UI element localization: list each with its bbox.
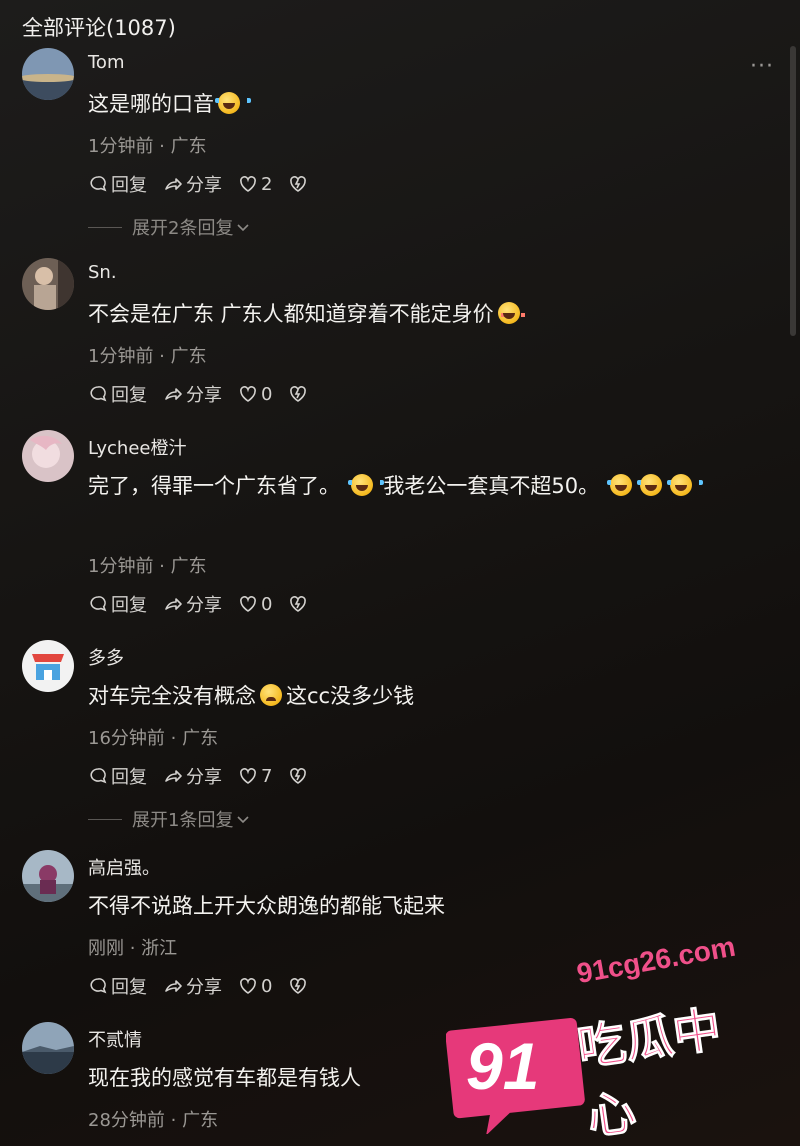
- username[interactable]: 不贰情: [88, 1026, 142, 1052]
- like-button[interactable]: 2: [238, 174, 272, 195]
- username[interactable]: 高启强。: [88, 854, 160, 880]
- like-button[interactable]: 0: [238, 976, 272, 997]
- comment-actions: 回复 分享 0: [88, 591, 327, 617]
- heart-icon: [240, 768, 256, 784]
- laughing-tears-emoji-icon: [347, 474, 384, 496]
- username[interactable]: Sn.: [88, 262, 117, 283]
- like-button[interactable]: 0: [238, 594, 272, 615]
- comments-header: 全部评论(1087): [22, 16, 176, 40]
- watermark-url: 91cg26.com: [574, 930, 738, 990]
- chevron-down-icon: [237, 224, 250, 232]
- comment-text: 不得不说路上开大众朗逸的都能飞起来: [88, 894, 445, 918]
- reply-bubble-icon: [90, 176, 107, 192]
- comment-meta: 16分钟前 · 广东: [88, 728, 219, 749]
- scrollbar[interactable]: [790, 46, 796, 336]
- avatar[interactable]: [22, 48, 74, 100]
- comment-actions: 回复 分享 7: [88, 763, 327, 789]
- comment-actions: 回复 分享 0: [88, 381, 327, 407]
- share-arrow-icon: [165, 980, 182, 992]
- like-button[interactable]: 0: [238, 384, 272, 405]
- avatar[interactable]: [22, 850, 74, 902]
- dislike-button[interactable]: [288, 594, 311, 614]
- dislike-button[interactable]: [288, 174, 311, 194]
- share-arrow-icon: [165, 178, 182, 190]
- heart-icon: [240, 596, 256, 612]
- reply-button[interactable]: 回复: [88, 763, 147, 789]
- comment-meta: 1分钟前 · 广东: [88, 136, 207, 157]
- heart-icon: [240, 978, 256, 994]
- dislike-button[interactable]: [288, 384, 311, 404]
- avatar[interactable]: [22, 258, 74, 310]
- avatar[interactable]: [22, 1022, 74, 1074]
- laughing-tears-emoji-icon: [636, 474, 673, 496]
- username[interactable]: Tom: [88, 52, 124, 73]
- comment-text: 这是哪的口音: [88, 86, 753, 122]
- reply-bubble-icon: [90, 596, 107, 612]
- expand-replies-button[interactable]: 展开2条回复: [88, 214, 251, 240]
- share-button[interactable]: 分享: [163, 763, 222, 789]
- avatar[interactable]: [22, 430, 74, 482]
- share-arrow-icon: [165, 770, 182, 782]
- watermark: 91cg26.com 91 吃瓜中心: [440, 931, 780, 1146]
- share-button[interactable]: 分享: [163, 171, 222, 197]
- heart-icon: [240, 176, 256, 192]
- share-button[interactable]: 分享: [163, 591, 222, 617]
- share-arrow-icon: [165, 598, 182, 610]
- more-dots-icon[interactable]: ···: [750, 56, 774, 78]
- avatar[interactable]: [22, 640, 74, 692]
- reply-bubble-icon: [90, 768, 107, 784]
- comment-meta: 1分钟前 · 广东: [88, 556, 207, 577]
- reply-button[interactable]: 回复: [88, 973, 147, 999]
- dislike-button[interactable]: [288, 976, 311, 996]
- reply-bubble-icon: [90, 978, 107, 994]
- comment-actions: 回复 分享 2: [88, 171, 327, 197]
- dislike-button[interactable]: [288, 766, 311, 786]
- reply-button[interactable]: 回复: [88, 381, 147, 407]
- divider: [88, 818, 122, 820]
- broken-heart-icon: [290, 386, 307, 402]
- reply-bubble-icon: [90, 386, 107, 402]
- expand-replies-button[interactable]: 展开1条回复: [88, 806, 251, 832]
- username[interactable]: 多多: [88, 644, 124, 670]
- watermark-number: 91: [466, 1029, 540, 1103]
- share-button[interactable]: 分享: [163, 973, 222, 999]
- laughing-tears-emoji-icon: [606, 474, 643, 496]
- blushing-emoji-icon: [497, 302, 525, 324]
- reply-button[interactable]: 回复: [88, 591, 147, 617]
- username[interactable]: Lychee橙汁: [88, 434, 186, 460]
- watermark-name: 吃瓜中心: [574, 1001, 725, 1146]
- comment-meta: 1分钟前 · 广东: [88, 346, 207, 367]
- like-button[interactable]: 7: [238, 766, 272, 787]
- share-button[interactable]: 分享: [163, 381, 222, 407]
- heart-icon: [240, 386, 256, 402]
- comment-text: 对车完全没有概念 这cc没多少钱: [88, 684, 415, 708]
- comment-meta: 28分钟前 · 广东: [88, 1110, 219, 1131]
- comment-text: 完了，得罪一个广东省了。 我老公一套真不超50。: [88, 468, 753, 504]
- sad-emoji-icon: [260, 684, 282, 706]
- divider: [88, 226, 122, 228]
- broken-heart-icon: [290, 978, 307, 994]
- broken-heart-icon: [290, 596, 307, 612]
- chevron-down-icon: [237, 816, 250, 824]
- broken-heart-icon: [290, 176, 307, 192]
- share-arrow-icon: [165, 388, 182, 400]
- reply-button[interactable]: 回复: [88, 171, 147, 197]
- laughing-tears-emoji-icon: [215, 92, 251, 114]
- comment-text: 不会是在广东 广东人都知道穿着不能定身价: [88, 296, 753, 332]
- comment-meta: 刚刚 · 浙江: [88, 938, 178, 959]
- broken-heart-icon: [290, 768, 307, 784]
- comment-actions: 回复 分享 0: [88, 973, 327, 999]
- laughing-tears-emoji-icon: [666, 474, 703, 496]
